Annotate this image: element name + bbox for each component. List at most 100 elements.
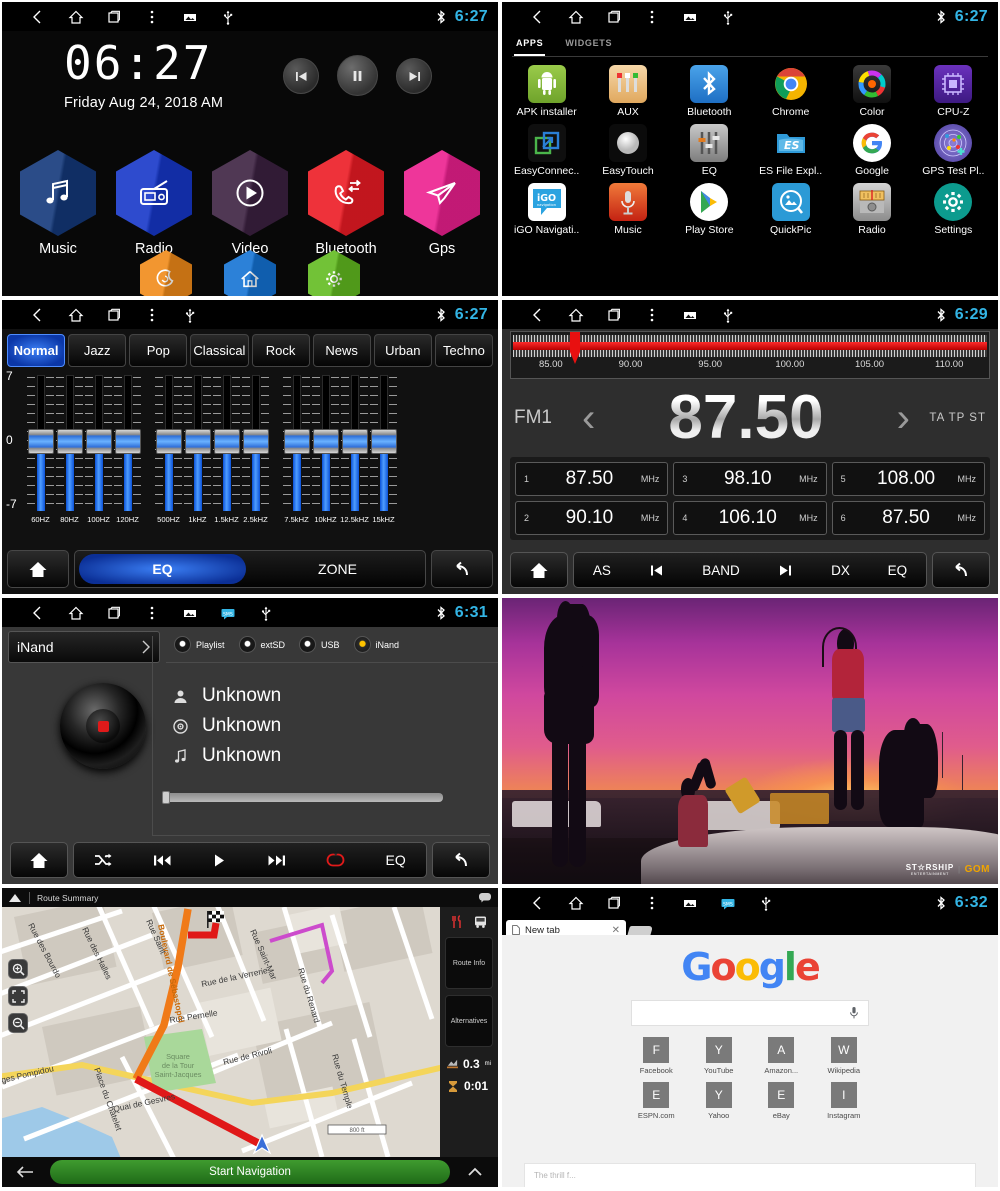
radio-band-button[interactable]: BAND: [702, 563, 740, 578]
home-button[interactable]: [7, 550, 69, 588]
slider-knob[interactable]: [342, 429, 368, 454]
clock-widget[interactable]: 06:27 Friday Aug 24, 2018 AM: [64, 40, 223, 111]
recenter-button[interactable]: [8, 986, 28, 1006]
app-easyconnect[interactable]: EasyConnec..: [506, 124, 587, 177]
eq-band-slider[interactable]: [311, 373, 340, 513]
eq-band-slider[interactable]: [55, 373, 84, 513]
shortcut-wikipedia[interactable]: W Wikipedia: [813, 1037, 876, 1075]
source-inand[interactable]: iNand: [353, 636, 399, 653]
eq-tab-eq[interactable]: EQ: [79, 554, 246, 584]
route-info-button[interactable]: Route Info: [445, 937, 493, 989]
next-track-icon[interactable]: [267, 854, 286, 867]
home-shortcut-gps[interactable]: Gps: [400, 150, 484, 257]
back-icon[interactable]: [530, 895, 546, 911]
usb-icon[interactable]: [258, 605, 274, 621]
usb-icon[interactable]: [720, 9, 736, 25]
alternatives-button[interactable]: Alternatives: [445, 995, 493, 1047]
eq-tab-zone[interactable]: ZONE: [254, 554, 421, 584]
slider-knob[interactable]: [115, 429, 141, 454]
radio-eq-button[interactable]: EQ: [888, 563, 908, 578]
back-icon[interactable]: [30, 307, 46, 323]
zoom-out-button[interactable]: [8, 1013, 28, 1033]
usb-icon[interactable]: [720, 307, 736, 323]
radio-preset[interactable]: 3 98.10 MHz: [673, 462, 827, 496]
app-eq[interactable]: EQ: [669, 124, 750, 177]
home-icon[interactable]: [568, 895, 584, 911]
menu-icon[interactable]: [644, 307, 660, 323]
eq-preset-urban[interactable]: Urban: [373, 334, 432, 367]
eq-band-slider[interactable]: [369, 373, 398, 513]
home-shortcut-bluetooth[interactable]: Bluetooth: [304, 150, 388, 257]
eq-band-slider[interactable]: [212, 373, 241, 513]
panel-video[interactable]: ST☆RSHIP ENTERTAINMENT | GOM: [500, 596, 1000, 886]
tune-down-button[interactable]: ‹: [576, 398, 601, 438]
music-source-selector[interactable]: iNand: [8, 631, 160, 663]
eq-preset-news[interactable]: News: [312, 334, 371, 367]
playback-progress-slider[interactable]: [162, 791, 443, 804]
source-extsd[interactable]: extSD: [238, 636, 285, 653]
home-button[interactable]: [10, 842, 68, 878]
eq-band-slider[interactable]: [113, 373, 142, 513]
usb-icon[interactable]: [758, 895, 774, 911]
home-icon[interactable]: [68, 9, 84, 25]
app-music[interactable]: Music: [587, 183, 668, 236]
recents-icon[interactable]: [606, 307, 622, 323]
recents-icon[interactable]: [106, 9, 122, 25]
bus-icon[interactable]: [473, 915, 488, 929]
app-bluetooth[interactable]: Bluetooth: [669, 65, 750, 118]
home-icon[interactable]: [68, 605, 84, 621]
home-shortcut-home[interactable]: [224, 250, 276, 296]
play-icon[interactable]: [212, 853, 226, 868]
repeat-icon[interactable]: [326, 853, 345, 867]
restaurant-icon[interactable]: [450, 915, 465, 929]
app-play-store[interactable]: Play Store: [669, 183, 750, 236]
eq-preset-rock[interactable]: Rock: [251, 334, 310, 367]
speech-bubble-icon[interactable]: [478, 892, 492, 903]
recents-icon[interactable]: [106, 605, 122, 621]
eq-preset-jazz[interactable]: Jazz: [68, 334, 127, 367]
shortcut-facebook[interactable]: F Facebook: [625, 1037, 688, 1075]
home-icon[interactable]: [568, 9, 584, 25]
app-aux[interactable]: AUX: [587, 65, 668, 118]
radio-preset[interactable]: 5 108.00 MHz: [831, 462, 985, 496]
slider-knob[interactable]: [185, 429, 211, 454]
next-icon[interactable]: [777, 564, 793, 577]
progress-handle[interactable]: [162, 791, 170, 804]
eq-preset-classical[interactable]: Classical: [190, 334, 249, 367]
screenshot-icon[interactable]: [182, 605, 198, 621]
radio-preset[interactable]: 6 87.50 MHz: [831, 501, 985, 535]
screenshot-icon[interactable]: [682, 9, 698, 25]
back-button[interactable]: [932, 552, 990, 588]
eq-band-slider[interactable]: [241, 373, 270, 513]
radio-preset[interactable]: 4 106.10 MHz: [673, 501, 827, 535]
close-icon[interactable]: ✕: [612, 925, 620, 936]
app-chrome[interactable]: Chrome: [750, 65, 831, 118]
back-icon[interactable]: [30, 605, 46, 621]
prev-track-icon[interactable]: [153, 854, 172, 867]
tab-apps[interactable]: APPS: [514, 35, 546, 56]
app-quickpic[interactable]: QuickPic: [750, 183, 831, 236]
menu-icon[interactable]: [144, 9, 160, 25]
shortcut-espn[interactable]: E ESPN.com: [625, 1082, 688, 1120]
slider-knob[interactable]: [156, 429, 182, 454]
shortcut-amazon[interactable]: A Amazon...: [750, 1037, 813, 1075]
eq-preset-techno[interactable]: Techno: [434, 334, 493, 367]
app-cpu-z[interactable]: CPU-Z: [913, 65, 994, 118]
google-search-box[interactable]: [631, 1000, 869, 1026]
slider-knob[interactable]: [284, 429, 310, 454]
app-apk-installer[interactable]: APK installer: [506, 65, 587, 118]
home-shortcut-music[interactable]: Music: [16, 150, 100, 257]
screenshot-icon[interactable]: [682, 307, 698, 323]
sms-icon[interactable]: SMS: [220, 605, 236, 621]
back-button[interactable]: [432, 842, 490, 878]
shuffle-icon[interactable]: [94, 853, 112, 867]
slider-knob[interactable]: [371, 429, 397, 454]
app-igo-navigation[interactable]: iGO navigation iGO Navigati..: [506, 183, 587, 236]
home-shortcut-night-mode[interactable]: [140, 250, 192, 296]
home-icon[interactable]: [68, 307, 84, 323]
app-google[interactable]: Google: [831, 124, 912, 177]
app-es-file-explorer[interactable]: ES ES File Expl..: [750, 124, 831, 177]
screenshot-icon[interactable]: [682, 895, 698, 911]
tune-up-button[interactable]: ›: [891, 398, 916, 438]
zoom-in-button[interactable]: [8, 959, 28, 979]
